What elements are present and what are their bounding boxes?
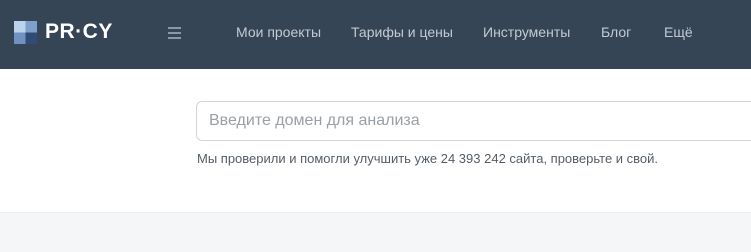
logo-icon bbox=[14, 20, 37, 44]
nav-blog[interactable]: Блог bbox=[601, 23, 631, 41]
nav-tools[interactable]: Инструменты bbox=[483, 23, 570, 41]
nav-my-projects[interactable]: Мои проекты bbox=[236, 23, 321, 41]
top-navigation-bar: PR·CY Мои проекты Тарифы и цены Инструме… bbox=[0, 0, 751, 69]
logo[interactable]: PR·CY bbox=[14, 20, 113, 44]
logo-text: PR·CY bbox=[45, 20, 113, 43]
hamburger-menu-icon[interactable] bbox=[166, 23, 184, 41]
nav-more[interactable]: Ещё bbox=[664, 23, 693, 41]
domain-search-input[interactable] bbox=[196, 101, 751, 141]
nav-pricing[interactable]: Тарифы и цены bbox=[351, 23, 453, 41]
analysis-count-hint: Мы проверили и помогли улучшить уже 24 3… bbox=[197, 151, 659, 166]
page-footer-band bbox=[0, 212, 751, 252]
